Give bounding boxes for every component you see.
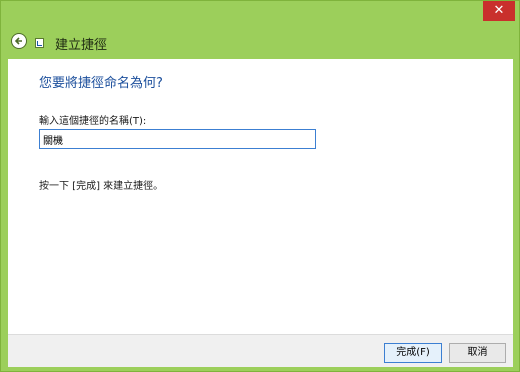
shortcut-icon: [35, 38, 44, 48]
finish-hint: 按一下 [完成] 來建立捷徑。: [39, 181, 164, 192]
dialog-window: ✕ 建立捷徑 您要將捷徑命名為何? 輸入這個捷徑的名稱(T): 按一下 [完成]…: [0, 0, 520, 372]
wizard-title: 建立捷徑: [55, 38, 108, 53]
back-arrow-icon: [14, 37, 22, 45]
nav-bar: 建立捷徑: [1, 25, 520, 59]
close-button[interactable]: ✕: [483, 1, 515, 21]
wizard-content: 您要將捷徑命名為何? 輸入這個捷徑的名稱(T): 按一下 [完成] 來建立捷徑。: [8, 59, 513, 334]
finish-button[interactable]: 完成(F): [384, 343, 442, 363]
cancel-button[interactable]: 取消: [449, 343, 506, 363]
close-icon: ✕: [493, 3, 505, 18]
back-button[interactable]: [11, 33, 27, 49]
button-bar: 完成(F) 取消: [8, 334, 513, 367]
title-bar: ✕: [1, 1, 520, 25]
page-heading: 您要將捷徑命名為何?: [39, 76, 163, 91]
shortcut-name-input[interactable]: [39, 129, 316, 149]
shortcut-name-label: 輸入這個捷徑的名稱(T):: [39, 116, 147, 127]
